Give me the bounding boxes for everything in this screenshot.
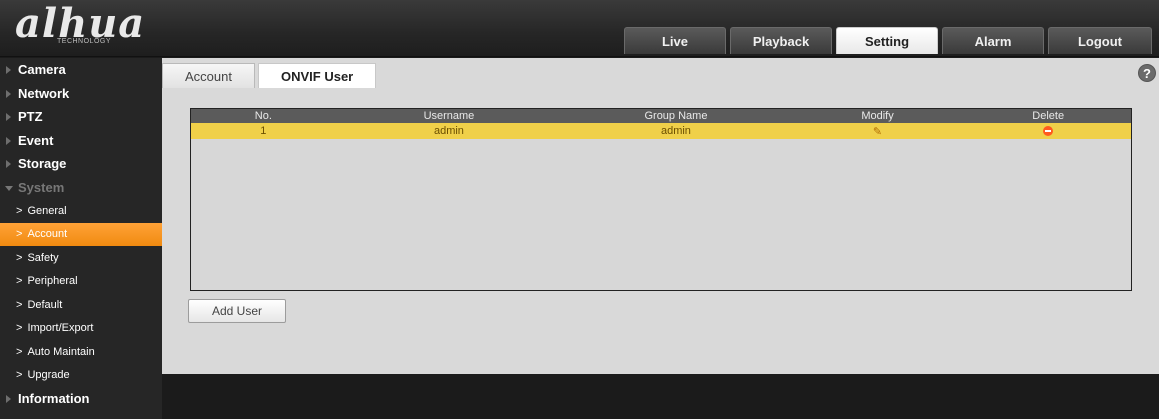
sidebar-item-information[interactable]: Information (0, 387, 162, 411)
user-table: No. Username Group Name Modify Delete 1 … (190, 108, 1132, 291)
sidebar-item-ptz[interactable]: PTZ (0, 105, 162, 129)
sidebar-item-network[interactable]: Network (0, 82, 162, 106)
content-panel: Account ONVIF User ? No. Username Group … (162, 58, 1159, 374)
sidebar-subitem-upgrade[interactable]: > Upgrade (0, 364, 162, 388)
sidebar-item-label: Camera (18, 62, 66, 78)
sidebar-item-label: PTZ (18, 109, 43, 125)
sidebar-item-label: System (18, 179, 65, 195)
tab-account[interactable]: Account (162, 63, 255, 88)
sidebar-item-system[interactable]: System (0, 176, 162, 200)
sidebar: Camera Network PTZ Event Storage System … (0, 58, 162, 419)
column-header-modify: Modify (861, 110, 894, 122)
column-header-no: No. (254, 110, 272, 122)
chevron-right-icon: > (16, 322, 23, 335)
sidebar-item-storage[interactable]: Storage (0, 152, 162, 176)
triangle-right-icon (6, 66, 11, 74)
sidebar-item-label: Information (18, 391, 90, 407)
main-nav: Live Playback Setting Alarm Logout (624, 27, 1152, 54)
table-row[interactable]: 1 admin admin ✎ (191, 123, 1131, 139)
tab-onvif-user[interactable]: ONVIF User (257, 63, 377, 88)
triangle-right-icon (6, 136, 11, 145)
cell-username: admin (433, 125, 464, 137)
nav-tab-setting[interactable]: Setting (836, 27, 938, 54)
chevron-right-icon: > (16, 251, 23, 264)
sidebar-subitem-label: Auto Maintain (27, 345, 95, 358)
chevron-right-icon: > (16, 369, 23, 382)
triangle-right-icon (6, 113, 11, 121)
chevron-right-icon: > (16, 345, 23, 358)
table-header: No. Username Group Name Modify Delete (191, 109, 1131, 123)
sidebar-item-event[interactable]: Event (0, 129, 162, 153)
pencil-icon[interactable]: ✎ (873, 125, 882, 138)
sidebar-subitem-default[interactable]: > Default (0, 293, 162, 317)
header-bar: alhua TECHNOLOGY Live Playback Setting A… (0, 0, 1159, 57)
triangle-right-icon (6, 160, 11, 168)
triangle-right-icon (6, 89, 11, 98)
column-header-delete: Delete (1032, 110, 1065, 122)
chevron-right-icon: > (16, 228, 23, 241)
sidebar-subitem-label: Upgrade (27, 369, 70, 382)
sidebar-item-camera[interactable]: Camera (0, 58, 162, 82)
cell-no: 1 (260, 125, 267, 137)
delete-icon[interactable] (1043, 126, 1054, 136)
sidebar-item-label: Storage (18, 156, 67, 172)
chevron-right-icon: > (16, 298, 23, 311)
help-icon[interactable]: ? (1138, 64, 1156, 82)
sidebar-subitem-general[interactable]: > General (0, 199, 162, 223)
cell-modify: ✎ (790, 123, 966, 139)
sidebar-subitem-label: General (27, 204, 67, 217)
nav-tab-playback[interactable]: Playback (730, 27, 832, 54)
sidebar-subitem-auto-maintain[interactable]: > Auto Maintain (0, 340, 162, 364)
column-header-username: Username (423, 110, 475, 122)
cell-delete (965, 123, 1131, 139)
sidebar-subitem-label: Default (27, 298, 63, 311)
chevron-right-icon: > (16, 275, 23, 288)
sidebar-subitem-label: Peripheral (27, 275, 78, 288)
sidebar-subitem-label: Safety (27, 251, 59, 264)
sidebar-subitem-account[interactable]: > Account (0, 222, 162, 246)
sub-tabs: Account ONVIF User (162, 63, 379, 88)
nav-tab-logout[interactable]: Logout (1048, 27, 1152, 54)
sidebar-subitem-label: Import/Export (27, 322, 94, 335)
cell-group: admin (660, 125, 691, 137)
triangle-down-icon (5, 185, 13, 191)
chevron-right-icon: > (16, 204, 23, 217)
add-user-button[interactable]: Add User (188, 299, 286, 323)
sidebar-item-label: Network (18, 85, 70, 101)
nav-tab-alarm[interactable]: Alarm (942, 27, 1044, 54)
sidebar-subitem-import-export[interactable]: > Import/Export (0, 317, 162, 341)
nav-tab-live[interactable]: Live (624, 27, 726, 54)
sidebar-item-label: Event (18, 132, 54, 148)
sidebar-subitem-safety[interactable]: > Safety (0, 246, 162, 270)
sidebar-subitem-label: Account (27, 228, 68, 241)
triangle-right-icon (6, 395, 11, 403)
sidebar-subitem-peripheral[interactable]: > Peripheral (0, 270, 162, 294)
brand-subtitle: TECHNOLOGY (57, 38, 112, 45)
column-header-group: Group Name (644, 110, 708, 122)
